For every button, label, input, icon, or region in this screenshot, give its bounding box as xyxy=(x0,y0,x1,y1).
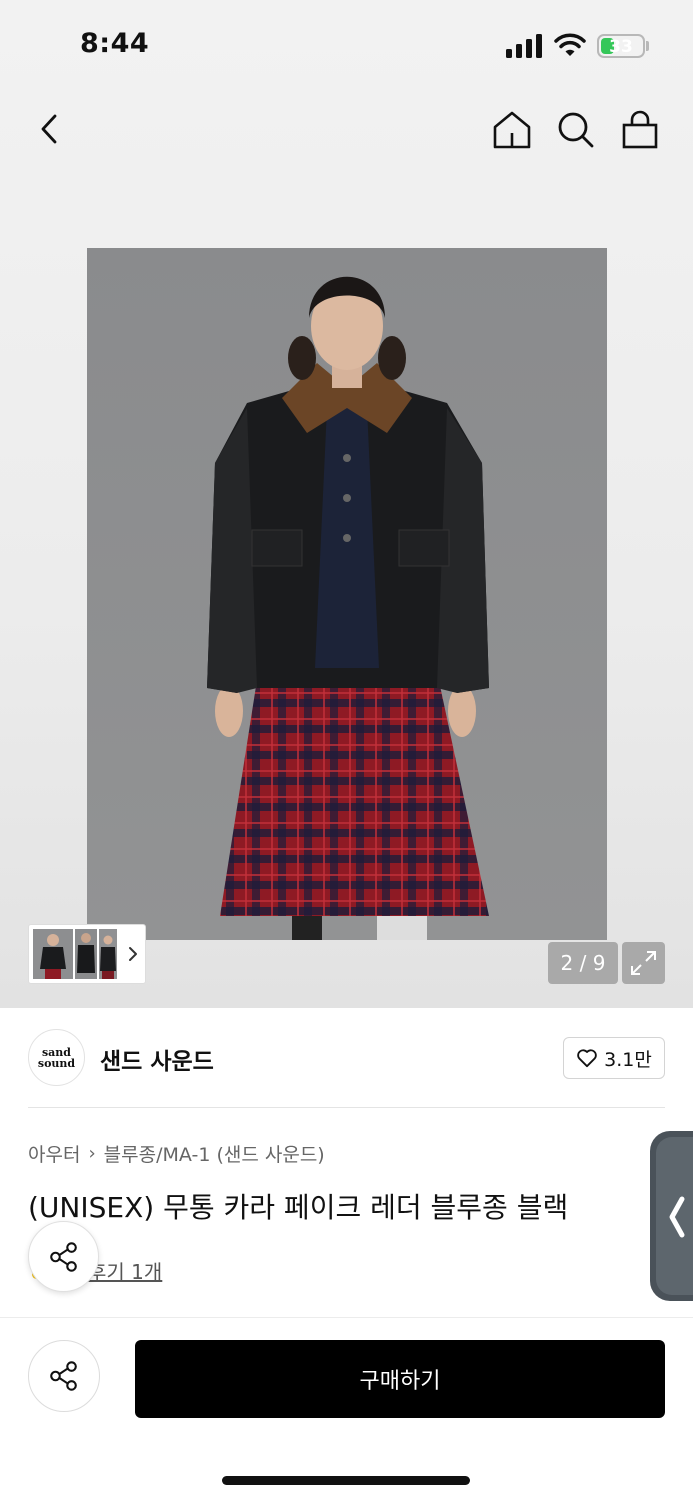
status-time: 8:44 xyxy=(80,28,150,59)
breadcrumb-category[interactable]: 아우터 xyxy=(28,1140,80,1167)
back-button[interactable] xyxy=(28,107,72,151)
heart-icon xyxy=(577,1049,597,1068)
product-title: (UNISEX) 무통 카라 페이크 레더 블루종 블랙 xyxy=(28,1191,569,1224)
shopping-bag-icon xyxy=(622,110,658,149)
side-drawer-handle[interactable] xyxy=(650,1131,693,1301)
chevron-right-icon[interactable] xyxy=(125,940,141,968)
battery-nub xyxy=(646,41,649,51)
brand-logo-text-bottom: sound xyxy=(37,1056,76,1070)
expand-icon xyxy=(631,951,656,975)
brand-logo[interactable]: sand sound xyxy=(28,1029,85,1086)
chevron-left-icon xyxy=(669,1196,685,1238)
product-image[interactable] xyxy=(87,248,607,940)
cellular-signal-icon xyxy=(506,34,542,58)
brand-name[interactable]: 샌드 사운드 xyxy=(100,1042,214,1076)
thumbnail-image[interactable] xyxy=(75,929,97,979)
image-counter: 2 / 9 xyxy=(548,942,618,984)
battery-percentage: 33 xyxy=(609,37,633,57)
review-link[interactable]: 후기 1개 xyxy=(88,1256,162,1285)
brand-logo-text-top: sand xyxy=(41,1045,71,1059)
thumbnail-image[interactable] xyxy=(99,929,117,979)
battery-indicator: 33 xyxy=(597,34,645,58)
thumbnail-image[interactable] xyxy=(33,929,73,979)
chevron-right-icon: › xyxy=(88,1143,96,1164)
share-icon xyxy=(49,1241,77,1272)
breadcrumb-subcategory[interactable]: 블루종/MA-1 (샌드 사운드) xyxy=(104,1140,325,1167)
home-indicator xyxy=(222,1476,470,1485)
breadcrumb: 아우터 › 블루종/MA-1 (샌드 사운드) xyxy=(28,1140,325,1167)
model-figure xyxy=(87,248,607,940)
wifi-icon xyxy=(554,32,586,58)
side-drawer-handle-inner xyxy=(656,1137,693,1295)
home-button[interactable] xyxy=(490,108,534,152)
cart-button[interactable] xyxy=(618,108,662,152)
section-divider xyxy=(28,1107,665,1108)
bottom-bar-divider xyxy=(0,1317,693,1318)
like-count: 3.1만 xyxy=(604,1048,652,1071)
chevron-left-icon xyxy=(41,114,57,144)
share-button[interactable] xyxy=(28,1340,100,1412)
buy-button[interactable]: 구매하기 xyxy=(135,1340,665,1418)
thumbnail-strip[interactable] xyxy=(28,924,146,984)
floating-share-button[interactable] xyxy=(28,1221,99,1292)
expand-button[interactable] xyxy=(622,942,665,984)
share-icon xyxy=(50,1361,77,1391)
home-icon xyxy=(493,111,531,149)
search-icon xyxy=(558,112,594,148)
like-button[interactable]: 3.1만 xyxy=(563,1037,665,1079)
search-button[interactable] xyxy=(554,108,598,152)
